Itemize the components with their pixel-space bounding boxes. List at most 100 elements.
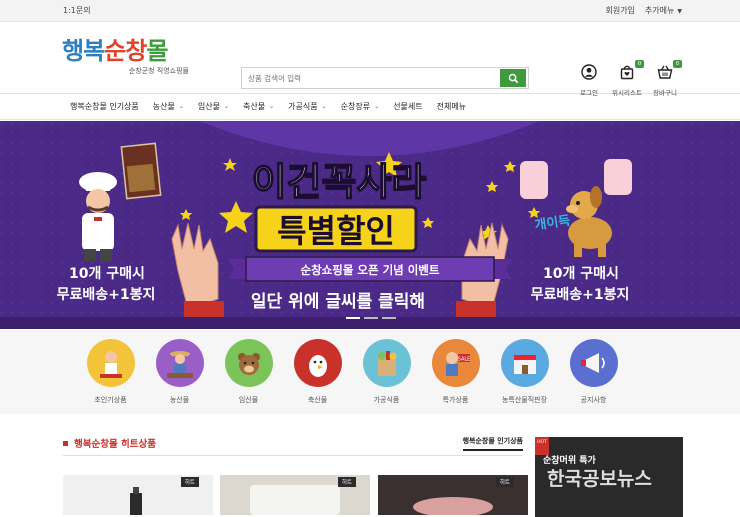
nav-item-all-menu[interactable]: 전체메뉴: [437, 101, 466, 112]
main-navigation: 행복순창몰 인기상품 농산물 ⌄ 임산물 ⌄ 축산물 ⌄ 가공식품 ⌄ 순창장류 ⌄ 선물…: [0, 94, 740, 120]
nav-label: 행복순창몰 인기상품: [70, 102, 139, 111]
site-logo[interactable]: 행복순창몰 순창군청 직영쇼핑몰: [62, 36, 192, 88]
product-tag: 히트: [495, 477, 514, 487]
promo-banner[interactable]: 이건꼭사라 특별할인 순창쇼핑몰 오픈 기념 이벤트 일단 위에 글씨를 클릭해…: [0, 121, 740, 329]
category-label: 축산물: [307, 396, 328, 404]
category-label: 가공식품: [373, 396, 400, 404]
logo-subtitle: 순창군청 직영쇼핑몰: [128, 67, 189, 75]
nav-item-processed[interactable]: 가공식품 ⌄: [288, 101, 326, 112]
svg-text:SALE: SALE: [457, 357, 470, 363]
category-agricultural[interactable]: 농산물: [145, 330, 214, 414]
more-menu-link[interactable]: 추가메뉴 ▼: [645, 5, 682, 16]
storefront-icon: [500, 339, 549, 387]
ico-wrap: [581, 64, 597, 87]
ico-wrap: 0: [657, 60, 682, 87]
basket-icon: [657, 65, 673, 79]
cart-label: 장바구니: [653, 89, 677, 97]
one-to-one-inquiry-link[interactable]: 1:1문의: [63, 5, 91, 16]
search-button[interactable]: [500, 69, 526, 87]
category-notice[interactable]: 공지사항: [559, 330, 628, 414]
site-header: 행복순창몰 순창군청 직영쇼핑몰 로그인: [0, 22, 740, 97]
chevron-down-icon: ⌄: [178, 103, 184, 110]
nav-label: 전체메뉴: [436, 102, 467, 111]
logo-text-part3: 몰: [146, 37, 168, 65]
wishlist-button[interactable]: 0 위시리스트: [608, 60, 646, 97]
category-processed[interactable]: 가공식품: [352, 330, 421, 414]
chevron-down-icon: ⌄: [321, 103, 327, 110]
search-bar: [241, 67, 529, 89]
logo-text-part1: 행복: [62, 37, 105, 65]
logo-text-part2: 순창: [104, 37, 147, 65]
cart-count-badge: 0: [673, 60, 682, 68]
product-card[interactable]: 히트: [63, 475, 213, 515]
banner-right-text-1: 10개 구매시: [543, 266, 619, 282]
category-label: 특가상품: [442, 396, 469, 404]
bear-icon: [224, 339, 273, 387]
top-right-links: 회원가입 추가메뉴 ▼: [605, 5, 682, 16]
grocery-bag-icon: [362, 339, 411, 387]
nav-label: 가공식품: [288, 102, 318, 111]
nav-item-agricultural[interactable]: 농산물 ⌄: [153, 101, 184, 112]
product-card[interactable]: 히트: [378, 475, 528, 515]
wishlist-label: 위시리스트: [612, 89, 642, 97]
search-input[interactable]: [242, 68, 500, 88]
banner-left-text-2: 무료배송+1봉지: [57, 287, 156, 303]
farmer-icon: [155, 339, 204, 387]
sale-person-icon: SALE: [431, 339, 480, 387]
hit-products-title: 행복순창몰 히트상품: [63, 436, 156, 450]
category-forest[interactable]: 임산물: [214, 330, 283, 414]
nav-label: 농산물: [152, 102, 175, 111]
chevron-down-icon: ⌄: [269, 103, 275, 110]
ico-wrap: 0: [619, 60, 644, 87]
nav-item-sauces[interactable]: 순창장류 ⌄: [341, 101, 379, 112]
category-direct-store[interactable]: 농특산물직판장: [490, 330, 559, 414]
hit-products-section: 행복순창몰 히트상품 행복순창몰 인기상품 히트 히트 히트 HOT 순창머위 …: [0, 414, 740, 517]
header-icon-group: 로그인 0 위시리스트 0 장바구니: [570, 60, 684, 97]
banner-right-text-2: 무료배송+1봉지: [531, 287, 630, 303]
category-popular[interactable]: 초인기상품: [76, 330, 145, 414]
category-label: 농특산물직판장: [501, 396, 548, 404]
nav-label: 임산물: [197, 102, 221, 111]
rooster-icon: [293, 339, 342, 387]
nav-label: 축산물: [243, 102, 266, 111]
tab-popular-products[interactable]: 행복순창몰 인기상품: [462, 436, 523, 451]
cart-button[interactable]: 0 장바구니: [646, 60, 684, 97]
nav-item-forest[interactable]: 임산물 ⌄: [198, 101, 229, 112]
category-special-price[interactable]: SALE 특가상품: [421, 330, 490, 414]
user-icon: [581, 64, 597, 80]
banner-headline-2: 특별할인: [277, 212, 395, 250]
product-tag: 히트: [337, 477, 356, 487]
category-label: 공지사항: [580, 396, 607, 404]
hit-title-text: 행복순창몰 히트상품: [74, 439, 156, 450]
wishlist-count-badge: 0: [635, 60, 644, 68]
chevron-down-icon: ⌄: [224, 103, 230, 110]
caret-down-icon: ▼: [677, 8, 682, 15]
top-utility-bar: 1:1문의 회원가입 추가메뉴 ▼: [0, 0, 740, 22]
product-tag: 히트: [180, 477, 199, 487]
watermark-text: 한국공보뉴스: [547, 468, 652, 490]
banner-left-text-1: 10개 구매시: [69, 266, 145, 282]
category-label: 농산물: [169, 396, 190, 404]
square-bullet-icon: [63, 440, 68, 446]
logo-text: 행복순창몰: [62, 36, 192, 66]
chef-character-graphic: [79, 172, 117, 261]
nav-item-popular[interactable]: 행복순창몰 인기상품: [70, 101, 139, 112]
nav-item-livestock[interactable]: 축산물 ⌄: [243, 101, 274, 112]
banner-ribbon-text: 순창쇼핑몰 오픈 기념 이벤트: [301, 263, 440, 277]
chevron-down-icon: ⌄: [374, 103, 380, 110]
shopping-bag-icon: [620, 65, 634, 80]
product-bag-left-graphic: [120, 142, 162, 200]
hit-products-header: 행복순창몰 히트상품 행복순창몰 인기상품: [63, 436, 523, 456]
product-card[interactable]: 히트: [220, 475, 370, 515]
nav-item-gift-set[interactable]: 선물세트: [393, 101, 422, 112]
category-livestock[interactable]: 축산물: [283, 330, 352, 414]
search-icon: [508, 73, 518, 83]
category-label: 임산물: [238, 396, 259, 404]
login-button[interactable]: 로그인: [570, 64, 608, 97]
banner-artwork: 이건꼭사라 특별할인 순창쇼핑몰 오픈 기념 이벤트 일단 위에 글씨를 클릭해…: [0, 121, 740, 329]
nav-label: 순창장류: [340, 102, 371, 111]
nav-label: 선물세트: [393, 102, 423, 111]
megaphone-icon: [569, 339, 618, 387]
join-link[interactable]: 회원가입: [605, 5, 634, 16]
banner-cta-text: 일단 위에 글씨를 클릭해: [251, 292, 425, 312]
